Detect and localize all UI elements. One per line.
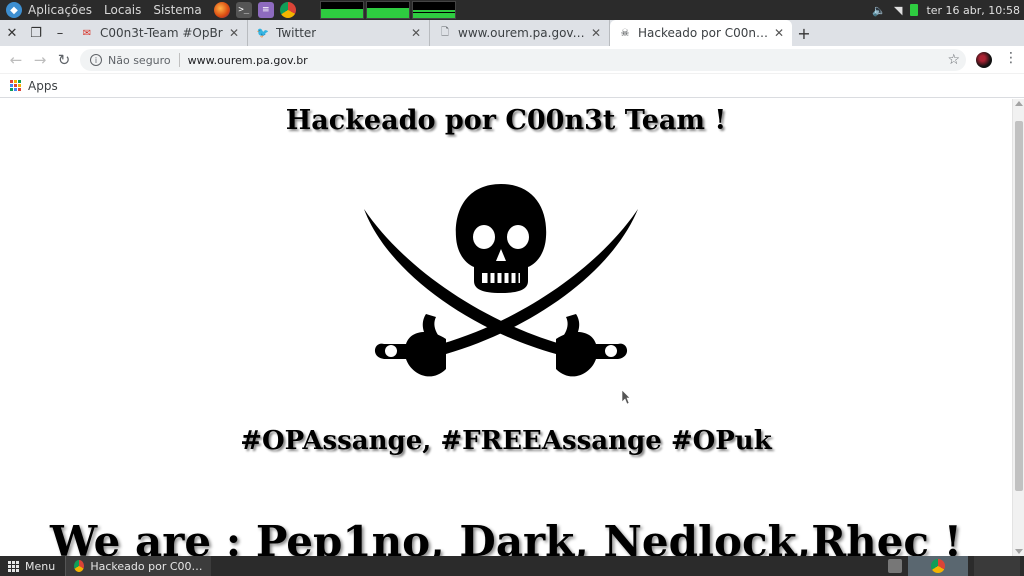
mouse-cursor-icon xyxy=(621,389,631,405)
tab-title: www.ourem.pa.gov.br - W xyxy=(458,26,588,40)
security-label[interactable]: Não seguro xyxy=(108,54,171,67)
scroll-thumb[interactable] xyxy=(1015,121,1023,491)
bookmark-star-icon[interactable]: ☆ xyxy=(947,52,960,68)
taskbar-window-title: Hackeado por C00n3t ... xyxy=(90,559,203,573)
chrome-workspace-icon xyxy=(931,559,945,573)
close-window-icon[interactable]: ✕ xyxy=(0,20,24,46)
workspace-switcher[interactable] xyxy=(908,556,968,576)
terminal-launcher-icon[interactable]: >_ xyxy=(235,2,252,18)
info-icon[interactable]: i xyxy=(90,54,102,66)
menu-dots-icon[interactable]: ⋮ xyxy=(1004,50,1018,66)
tab-hackeado[interactable]: ☠ Hackeado por C00n3t Tea ✕ xyxy=(610,20,792,46)
network-monitor-graph xyxy=(412,1,456,19)
tab-title: Hackeado por C00n3t Tea xyxy=(638,26,770,40)
tab-coonet-team[interactable]: ✉ C00n3t-Team #OpBr ✕ xyxy=(72,20,248,46)
system-top-panel: ◆ Aplicações Locais Sistema >_ ≡ 🔈 ◥ ter… xyxy=(0,0,1024,20)
reload-icon[interactable]: ↻ xyxy=(52,48,76,72)
volume-icon[interactable]: 🔈 xyxy=(872,4,886,17)
page-headline: Hackeado por C00n3t Team ! xyxy=(285,105,727,136)
browser-toolbar: ← → ↻ i Não seguro www.ourem.pa.gov.br ☆… xyxy=(0,46,1024,74)
system-monitor-applets xyxy=(320,1,456,19)
text-editor-launcher-icon[interactable]: ≡ xyxy=(257,2,274,18)
menu-grid-icon xyxy=(8,560,19,572)
skull-left-eye xyxy=(473,225,495,249)
close-tab-icon[interactable]: ✕ xyxy=(774,26,784,40)
taskbar-tray xyxy=(888,556,1024,576)
address-bar[interactable]: i Não seguro www.ourem.pa.gov.br ☆ xyxy=(80,49,966,71)
gmail-icon: ✉ xyxy=(82,27,92,39)
taskbar-menu-label: Menu xyxy=(25,559,56,573)
skull-right-eye xyxy=(507,225,529,249)
forward-arrow-icon[interactable]: → xyxy=(28,48,52,72)
skull-and-crossed-swords-image xyxy=(364,184,638,377)
bottom-taskbar: Menu Hackeado por C00n3t ... xyxy=(0,556,1024,576)
tab-strip: ✕ ❐ – ✉ C00n3t-Team #OpBr ✕ 🐦 Twitter ✕ … xyxy=(0,20,1024,46)
scroll-down-arrow-icon[interactable] xyxy=(1015,549,1023,554)
page-hashtags: #OPAssange, #FREEAssange #OPuk xyxy=(240,426,772,456)
show-desktop-icon[interactable] xyxy=(888,559,902,573)
twitter-icon: 🐦 xyxy=(256,27,270,39)
apps-bookmark[interactable]: Apps xyxy=(28,79,58,93)
new-tab-button[interactable]: + xyxy=(792,20,816,46)
scroll-up-arrow-icon[interactable] xyxy=(1015,101,1023,106)
restore-window-icon[interactable]: ❐ xyxy=(24,20,48,46)
firefox-launcher-icon[interactable] xyxy=(213,2,230,18)
page-icon: 🗋 xyxy=(440,26,450,38)
url-text[interactable]: www.ourem.pa.gov.br xyxy=(188,54,308,67)
distro-logo-icon[interactable]: ◆ xyxy=(6,2,22,18)
page-we-are: We are : Pep1no, Dark, Nedlock,Rhec ! xyxy=(49,517,963,556)
bookmarks-bar: Apps xyxy=(0,74,1024,98)
tab-ourem[interactable]: 🗋 www.ourem.pa.gov.br - W ✕ xyxy=(430,20,610,46)
tab-title: C00n3t-Team #OpBr xyxy=(100,26,223,40)
system-tray: 🔈 ◥ ter 16 abr, 10:58 xyxy=(872,0,1020,20)
clock[interactable]: ter 16 abr, 10:58 xyxy=(926,4,1020,17)
apps-grid-icon[interactable] xyxy=(10,79,22,92)
back-arrow-icon[interactable]: ← xyxy=(4,48,28,72)
jolly-roger-icon: ☠ xyxy=(620,27,630,39)
divider xyxy=(178,53,180,67)
wifi-icon[interactable]: ◥ xyxy=(894,4,902,17)
chrome-icon xyxy=(74,560,85,572)
page-scrollbar[interactable] xyxy=(1012,99,1024,556)
minimize-window-icon[interactable]: – xyxy=(48,20,72,46)
profile-avatar[interactable] xyxy=(976,52,992,68)
close-tab-icon[interactable]: ✕ xyxy=(229,26,239,40)
battery-icon[interactable] xyxy=(910,4,919,16)
close-tab-icon[interactable]: ✕ xyxy=(411,26,421,40)
menu-sistema[interactable]: Sistema xyxy=(153,3,201,17)
memory-monitor-graph xyxy=(366,1,410,19)
chrome-launcher-icon[interactable] xyxy=(279,2,296,18)
close-tab-icon[interactable]: ✕ xyxy=(591,26,601,40)
tab-title: Twitter xyxy=(276,26,317,40)
page-viewport: Hackeado por C00n3t Team ! #OPAssange, #… xyxy=(0,99,1012,556)
cpu-monitor-graph xyxy=(320,1,364,19)
menu-locais[interactable]: Locais xyxy=(104,3,141,17)
menu-aplicacoes[interactable]: Aplicações xyxy=(28,3,92,17)
taskbar-menu-button[interactable]: Menu xyxy=(0,556,63,576)
tab-twitter[interactable]: 🐦 Twitter ✕ xyxy=(248,20,430,46)
workspace-slot[interactable] xyxy=(974,556,1020,576)
taskbar-window-chrome[interactable]: Hackeado por C00n3t ... xyxy=(65,556,212,576)
